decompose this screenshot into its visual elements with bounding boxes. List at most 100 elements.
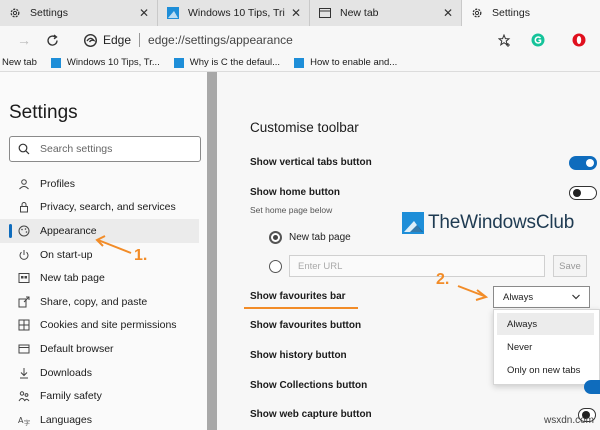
fav-how-to-enable[interactable]: How to enable and... [294, 57, 397, 68]
home-button-label: Show home button [250, 187, 340, 198]
fav-label: How to enable and... [310, 57, 398, 68]
sidebar-item-cookies[interactable]: Cookies and site permissions [0, 314, 199, 338]
web-capture-button-label: Show web capture button [250, 409, 372, 420]
sidebar-scrollbar[interactable] [207, 72, 217, 430]
sidebar-item-label: New tab page [40, 272, 105, 285]
search-input[interactable] [40, 143, 190, 155]
windows-favicon-icon [294, 57, 305, 68]
tab-label: Windows 10 Tips, Tricks, H [188, 7, 285, 19]
toggle-knob [586, 159, 594, 167]
sidebar-title: Settings [9, 102, 78, 123]
refresh-button[interactable] [38, 26, 66, 54]
family-icon [17, 390, 30, 403]
fav-new-tab[interactable]: New tab [2, 57, 37, 68]
cookies-icon [17, 319, 30, 332]
search-box[interactable] [9, 136, 201, 162]
close-icon[interactable]: ✕ [139, 6, 149, 20]
add-favourite-icon[interactable] [490, 33, 518, 47]
tab-label: Settings [30, 7, 68, 19]
sidebar-item-label: Downloads [40, 366, 92, 379]
favourites-button-label: Show favourites button [250, 320, 362, 331]
sidebar-item-default-browser[interactable]: Default browser [0, 337, 199, 361]
tab-strip: Settings ✕ Windows 10 Tips, Tricks, H ✕ … [0, 0, 600, 26]
sidebar-item-appearance[interactable]: Appearance [0, 219, 199, 243]
tab-windows-tips[interactable]: Windows 10 Tips, Tricks, H ✕ [158, 0, 310, 26]
profile-icon [17, 177, 30, 190]
toggle-knob [573, 189, 581, 197]
collections-button-label: Show Collections button [250, 380, 368, 391]
annotation-step-2: 2. [436, 271, 450, 288]
arrow-right-icon: → [17, 32, 31, 48]
sidebar-item-family-safety[interactable]: Family safety [0, 384, 199, 408]
sidebar-nav: Profiles Privacy, search, and services A… [0, 172, 208, 430]
sidebar-item-languages[interactable]: A字 Languages [0, 408, 199, 430]
windows-logo-icon [402, 212, 424, 234]
sidebar-item-new-tab-page[interactable]: New tab page [0, 266, 199, 290]
sidebar-item-share[interactable]: Share, copy, and paste [0, 290, 199, 314]
annotation-step-1: 1. [134, 247, 148, 264]
sidebar-item-downloads[interactable]: Downloads [0, 361, 199, 385]
windows-favicon-icon [166, 6, 180, 20]
sidebar-item-label: On start-up [40, 248, 93, 261]
favourites-bar: New tab Windows 10 Tips, Tr... Why is C … [0, 54, 600, 72]
edge-logo-icon [84, 33, 97, 47]
vertical-tabs-toggle[interactable] [569, 156, 597, 170]
settings-main: Customise toolbar Show vertical tabs but… [217, 72, 600, 430]
fav-label: Windows 10 Tips, Tr... [66, 57, 160, 68]
address-field[interactable]: Edge edge://settings/appearance [84, 33, 293, 47]
fav-label: Why is C the defaul... [189, 57, 281, 68]
fav-windows-tips[interactable]: Windows 10 Tips, Tr... [50, 57, 160, 68]
option-always[interactable]: Always [497, 313, 594, 335]
history-button-label: Show history button [250, 350, 347, 361]
grammarly-extension-icon[interactable] [518, 33, 558, 47]
new-tab-page-icon [17, 272, 30, 285]
windows-favicon-icon [50, 57, 61, 68]
option-only-on-new-tabs[interactable]: Only on new tabs [497, 359, 594, 381]
appearance-icon [17, 224, 30, 237]
save-button[interactable]: Save [553, 255, 587, 277]
favourites-bar-label: Show favourites bar [250, 291, 346, 302]
address-toolbar: → Edge edge://settings/appearance [0, 26, 600, 54]
favourites-bar-select[interactable]: Always [493, 286, 590, 308]
sidebar-item-label: Default browser [40, 342, 114, 355]
option-never[interactable]: Never [497, 336, 594, 358]
download-icon [17, 366, 30, 379]
sidebar-item-profiles[interactable]: Profiles [0, 172, 199, 196]
tab-settings-active[interactable]: Settings [462, 0, 600, 26]
sidebar-item-label: Languages [40, 413, 92, 426]
favourites-bar-dropdown: Always Never Only on new tabs [493, 309, 600, 385]
new-tab-page-radio[interactable] [269, 231, 282, 244]
collections-button-toggle[interactable] [584, 380, 600, 394]
settings-sidebar: Settings Profiles Privacy, search, and s… [0, 72, 208, 430]
search-icon [18, 143, 30, 155]
fav-why-is-c[interactable]: Why is C the defaul... [173, 57, 281, 68]
forward-button[interactable]: → [10, 26, 38, 54]
sidebar-item-privacy[interactable]: Privacy, search, and services [0, 196, 199, 220]
tab-settings-1[interactable]: Settings ✕ [0, 0, 158, 26]
refresh-icon [46, 33, 58, 46]
browser-icon [17, 342, 30, 355]
close-icon[interactable]: ✕ [291, 6, 301, 20]
gear-icon [8, 6, 22, 20]
toolbar-extensions [490, 26, 600, 54]
opera-extension-icon[interactable] [558, 33, 600, 47]
active-indicator [9, 224, 12, 239]
sidebar-item-on-start-up[interactable]: On start-up [0, 243, 199, 267]
close-icon[interactable]: ✕ [443, 6, 453, 20]
share-icon [17, 295, 30, 308]
section-title: Customise toolbar [250, 120, 359, 135]
tab-label: Settings [492, 7, 530, 19]
home-button-sublabel: Set home page below [250, 205, 333, 215]
enter-url-radio[interactable] [269, 260, 282, 273]
tab-new-tab[interactable]: New tab ✕ [310, 0, 462, 26]
windows-favicon-icon [173, 57, 184, 68]
gear-icon [470, 6, 484, 20]
sidebar-item-label: Appearance [40, 224, 97, 237]
home-url-input[interactable] [289, 255, 545, 277]
power-icon [17, 248, 30, 261]
home-button-toggle[interactable] [569, 186, 597, 200]
new-tab-icon [318, 6, 332, 20]
languages-icon: A字 [17, 413, 30, 426]
tab-label: New tab [340, 7, 379, 19]
select-value: Always [503, 291, 534, 303]
